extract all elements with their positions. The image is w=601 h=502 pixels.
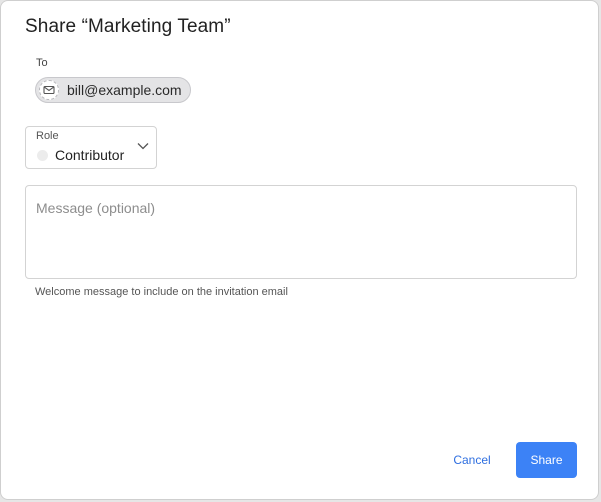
role-select[interactable]: Role Contributor bbox=[25, 126, 157, 169]
mail-icon bbox=[39, 80, 59, 100]
role-dot-icon bbox=[37, 150, 48, 161]
chevron-down-icon bbox=[137, 143, 149, 150]
role-label: Role bbox=[36, 130, 59, 142]
dialog-title: Share “Marketing Team” bbox=[25, 16, 231, 37]
share-dialog: Share “Marketing Team” To bill@example.c… bbox=[0, 0, 599, 500]
recipient-email: bill@example.com bbox=[67, 82, 182, 98]
recipient-chip[interactable]: bill@example.com bbox=[35, 77, 191, 103]
share-button[interactable]: Share bbox=[516, 442, 577, 478]
message-input[interactable] bbox=[25, 185, 577, 279]
cancel-button[interactable]: Cancel bbox=[441, 442, 503, 478]
to-label: To bbox=[36, 57, 48, 69]
message-helper-text: Welcome message to include on the invita… bbox=[35, 286, 288, 298]
role-value: Contributor bbox=[55, 147, 125, 163]
